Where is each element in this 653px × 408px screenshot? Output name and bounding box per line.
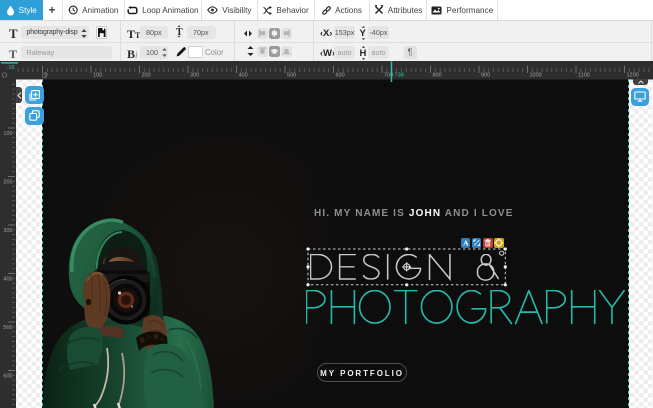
svg-text:1200: 1200 bbox=[627, 73, 639, 79]
svg-text:200: 200 bbox=[142, 73, 151, 79]
svg-text:200: 200 bbox=[3, 180, 12, 186]
svg-text:300: 300 bbox=[190, 73, 199, 79]
svg-text:600: 600 bbox=[336, 73, 345, 79]
svg-text:400: 400 bbox=[3, 277, 12, 283]
svg-text:400: 400 bbox=[239, 73, 248, 79]
svg-text:600: 600 bbox=[3, 374, 12, 380]
svg-text:1100: 1100 bbox=[578, 73, 590, 79]
svg-text:900: 900 bbox=[481, 73, 490, 79]
svg-text:100: 100 bbox=[3, 131, 12, 137]
svg-text:1000: 1000 bbox=[530, 73, 542, 79]
svg-text:500: 500 bbox=[3, 325, 12, 331]
svg-text:100: 100 bbox=[93, 73, 102, 79]
svg-text:738: 738 bbox=[395, 73, 404, 79]
svg-text:500: 500 bbox=[287, 73, 296, 79]
svg-text:800: 800 bbox=[433, 73, 442, 79]
svg-text:-16: -16 bbox=[7, 65, 15, 71]
svg-text:300: 300 bbox=[3, 228, 12, 234]
